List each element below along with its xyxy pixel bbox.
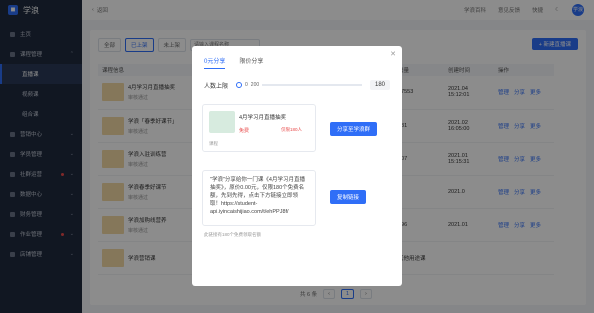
share-tabs: 0元分享 限价分享 xyxy=(204,56,263,69)
limit-label: 人数上限 xyxy=(204,83,229,90)
slider-min: 0 xyxy=(245,82,248,88)
limit-value-input[interactable]: 180 xyxy=(369,80,390,90)
copy-link-button[interactable]: 复制链接 xyxy=(330,190,367,204)
share-to-group-button[interactable]: 分享至学浪群 xyxy=(330,122,378,136)
course-cover xyxy=(209,111,235,133)
limit-slider[interactable]: 0 200 xyxy=(236,82,362,88)
tab-limited-price-share[interactable]: 限价分享 xyxy=(239,56,263,69)
card-course-title: 4月学习月直播抽奖 xyxy=(239,115,287,121)
slider-handle[interactable] xyxy=(236,82,243,88)
share-hint: 此链接有180个免费领取名额 xyxy=(204,232,262,237)
share-modal: ✕ 0元分享 限价分享 人数上限 0 200 180 4月学习月直播抽奖 免费 … xyxy=(192,46,402,286)
tab-free-share[interactable]: 0元分享 xyxy=(204,56,226,69)
close-icon[interactable]: ✕ xyxy=(390,50,396,58)
course-share-card: 4月学习月直播抽奖 免费 仅限180人 课程 xyxy=(202,104,316,152)
share-text-box[interactable]: "学浪"分享给你一门课《4月学习月直播抽奖》，原价0.00元，仅限180个免费名… xyxy=(202,170,316,226)
card-price: 免费 xyxy=(239,128,250,134)
limit-row: 人数上限 0 200 180 xyxy=(204,80,390,90)
slider-max: 200 xyxy=(250,82,260,88)
slider-track[interactable] xyxy=(262,84,362,86)
card-tag: 课程 xyxy=(209,141,218,146)
card-quota: 仅限180人 xyxy=(281,127,303,132)
